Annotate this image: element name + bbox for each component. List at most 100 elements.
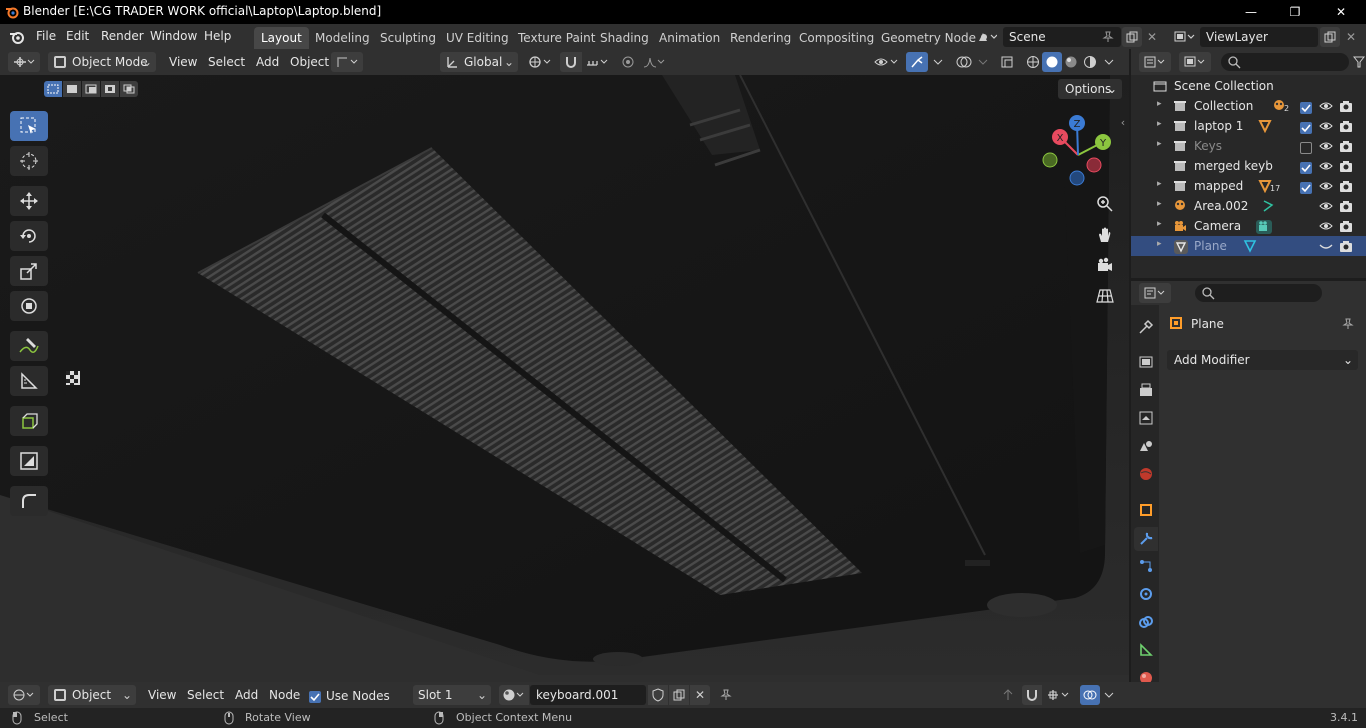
eye-icon[interactable] [1319, 199, 1333, 213]
rendered-shading-icon[interactable] [1080, 52, 1100, 72]
viewlayer-selector-icon[interactable] [1170, 27, 1198, 47]
exclude-checkbox[interactable] [1300, 140, 1312, 154]
outliner-scene-collection[interactable]: Scene Collection [1131, 76, 1366, 96]
object-visibility-icon[interactable] [872, 52, 902, 72]
camera-render-icon[interactable] [1339, 179, 1353, 193]
select-box-tool[interactable] [10, 111, 48, 141]
shear-tool[interactable] [10, 446, 48, 476]
exclude-checkbox[interactable] [1300, 100, 1312, 114]
gizmo-options-chevron-icon[interactable] [929, 52, 947, 72]
annotate-tool[interactable] [10, 331, 48, 361]
scene-selector-icon[interactable] [974, 27, 1000, 47]
eye-icon[interactable] [1319, 179, 1333, 193]
rotate-tool[interactable] [10, 221, 48, 251]
snap-toggle-icon[interactable] [560, 52, 582, 72]
wireframe-shading-icon[interactable] [1023, 52, 1043, 72]
add-cube-tool[interactable] [10, 406, 48, 436]
fake-user-shield-icon[interactable] [648, 685, 668, 705]
expand-arrow-icon[interactable]: ▸ [1157, 199, 1162, 209]
particles-tab-icon[interactable] [1136, 556, 1156, 576]
viewport-menu-add[interactable]: Add [251, 52, 284, 72]
sidebar-toggle-icon[interactable]: ‹ [1117, 115, 1129, 129]
eye-icon[interactable] [1319, 159, 1333, 173]
overlays-chevron-icon[interactable] [976, 52, 990, 72]
minimize-button[interactable]: — [1228, 0, 1274, 24]
bend-tool[interactable] [10, 486, 48, 516]
unlink-material-icon[interactable]: ✕ [690, 685, 710, 705]
display-mode-icon[interactable] [1179, 52, 1211, 72]
constraints-tab-icon[interactable] [1136, 612, 1156, 632]
exclude-checkbox[interactable] [1300, 180, 1312, 194]
camera-render-icon[interactable] [1339, 159, 1353, 173]
select-intersect-icon[interactable] [120, 81, 138, 97]
data-tab-icon[interactable] [1136, 640, 1156, 660]
overlays-icon[interactable] [953, 52, 975, 72]
outliner-item-merged-keyb[interactable]: merged keyb [1131, 156, 1366, 176]
pin-icon[interactable] [1100, 29, 1116, 45]
select-new-icon[interactable] [44, 81, 62, 97]
camera-render-icon[interactable] [1339, 199, 1353, 213]
measure-tool[interactable] [10, 366, 48, 396]
eye-icon[interactable] [1319, 99, 1333, 113]
new-scene-button[interactable] [1122, 27, 1142, 47]
outliner-item-laptop-1[interactable]: ▸ laptop 1 [1131, 116, 1366, 136]
zoom-icon[interactable] [1093, 192, 1117, 216]
exclude-checkbox[interactable] [1300, 120, 1312, 134]
expand-arrow-icon[interactable]: ▸ [1157, 239, 1162, 249]
use-nodes-checkbox[interactable] [309, 689, 321, 703]
parent-node-tree-icon[interactable] [998, 685, 1018, 705]
transform-orientation-dropdown[interactable]: Global ⌄ [440, 52, 518, 72]
camera-data-badge-icon[interactable] [1255, 219, 1273, 235]
tab-sculpting[interactable]: Sculpting [373, 27, 443, 49]
viewport-menu-view[interactable]: View [164, 52, 202, 72]
browse-material-icon[interactable] [499, 685, 529, 705]
maximize-button[interactable]: ❐ [1272, 0, 1318, 24]
node-menu-select[interactable]: Select [182, 685, 229, 705]
tab-shading[interactable]: Shading [593, 27, 656, 49]
add-modifier-dropdown[interactable]: Add Modifier ⌄ [1167, 350, 1358, 370]
close-window-button[interactable]: ✕ [1318, 0, 1364, 24]
object-mode-dropdown[interactable]: Object Mode ⌄ [48, 52, 156, 72]
menu-help[interactable]: Help [200, 24, 235, 49]
eye-icon[interactable] [1319, 219, 1333, 233]
scale-tool[interactable] [10, 256, 48, 286]
tab-modeling[interactable]: Modeling [308, 27, 377, 49]
select-invert-icon[interactable] [101, 81, 119, 97]
viewport-menu-select[interactable]: Select [203, 52, 250, 72]
options-dropdown[interactable]: Options ⌄ [1058, 79, 1122, 99]
camera-view-icon[interactable] [1093, 253, 1117, 277]
node-snap-icon[interactable] [1022, 685, 1042, 705]
node-menu-view[interactable]: View [143, 685, 181, 705]
tab-animation[interactable]: Animation [652, 27, 727, 49]
camera-render-icon[interactable] [1339, 139, 1353, 153]
expand-arrow-icon[interactable]: ▸ [1157, 179, 1162, 189]
viewport-menu-object[interactable]: Object [285, 52, 334, 72]
delete-scene-button[interactable]: ✕ [1144, 27, 1160, 47]
tab-compositing[interactable]: Compositing [792, 27, 881, 49]
pivot-point-icon[interactable] [525, 52, 555, 72]
shading-options-chevron-icon[interactable] [1101, 52, 1117, 72]
object-tab-icon[interactable] [1136, 500, 1156, 520]
pin-icon[interactable] [716, 685, 736, 705]
camera-render-icon[interactable] [1339, 99, 1353, 113]
modifiers-tab-icon[interactable] [1134, 527, 1158, 551]
node-overlays-icon[interactable] [1080, 685, 1100, 705]
delete-viewlayer-button[interactable]: ✕ [1343, 27, 1359, 47]
material-preview-icon[interactable] [1061, 52, 1081, 72]
tab-rendering[interactable]: Rendering [723, 27, 798, 49]
camera-render-icon[interactable] [1339, 119, 1353, 133]
expand-arrow-icon[interactable]: ▸ [1157, 139, 1162, 149]
outliner-item-camera[interactable]: ▸ Camera [1131, 216, 1366, 236]
outliner-item-plane[interactable]: ▸ Plane [1131, 236, 1366, 256]
node-menu-node[interactable]: Node [264, 685, 305, 705]
editor-type-icon[interactable] [8, 52, 40, 72]
show-gizmo-icon[interactable] [906, 52, 928, 72]
cursor-tool[interactable] [10, 146, 48, 176]
tab-geometry-node[interactable]: Geometry Node [874, 27, 983, 49]
outliner-item-area-002[interactable]: ▸ Area.002 [1131, 196, 1366, 216]
tool-tab-icon[interactable] [1136, 317, 1156, 337]
3d-viewport[interactable]: Options ⌄ ‹ X Y Z [0, 75, 1129, 682]
tab-uv-editing[interactable]: UV Editing [439, 27, 516, 49]
light-data-badge-icon[interactable] [1260, 199, 1276, 213]
node-menu-add[interactable]: Add [230, 685, 263, 705]
